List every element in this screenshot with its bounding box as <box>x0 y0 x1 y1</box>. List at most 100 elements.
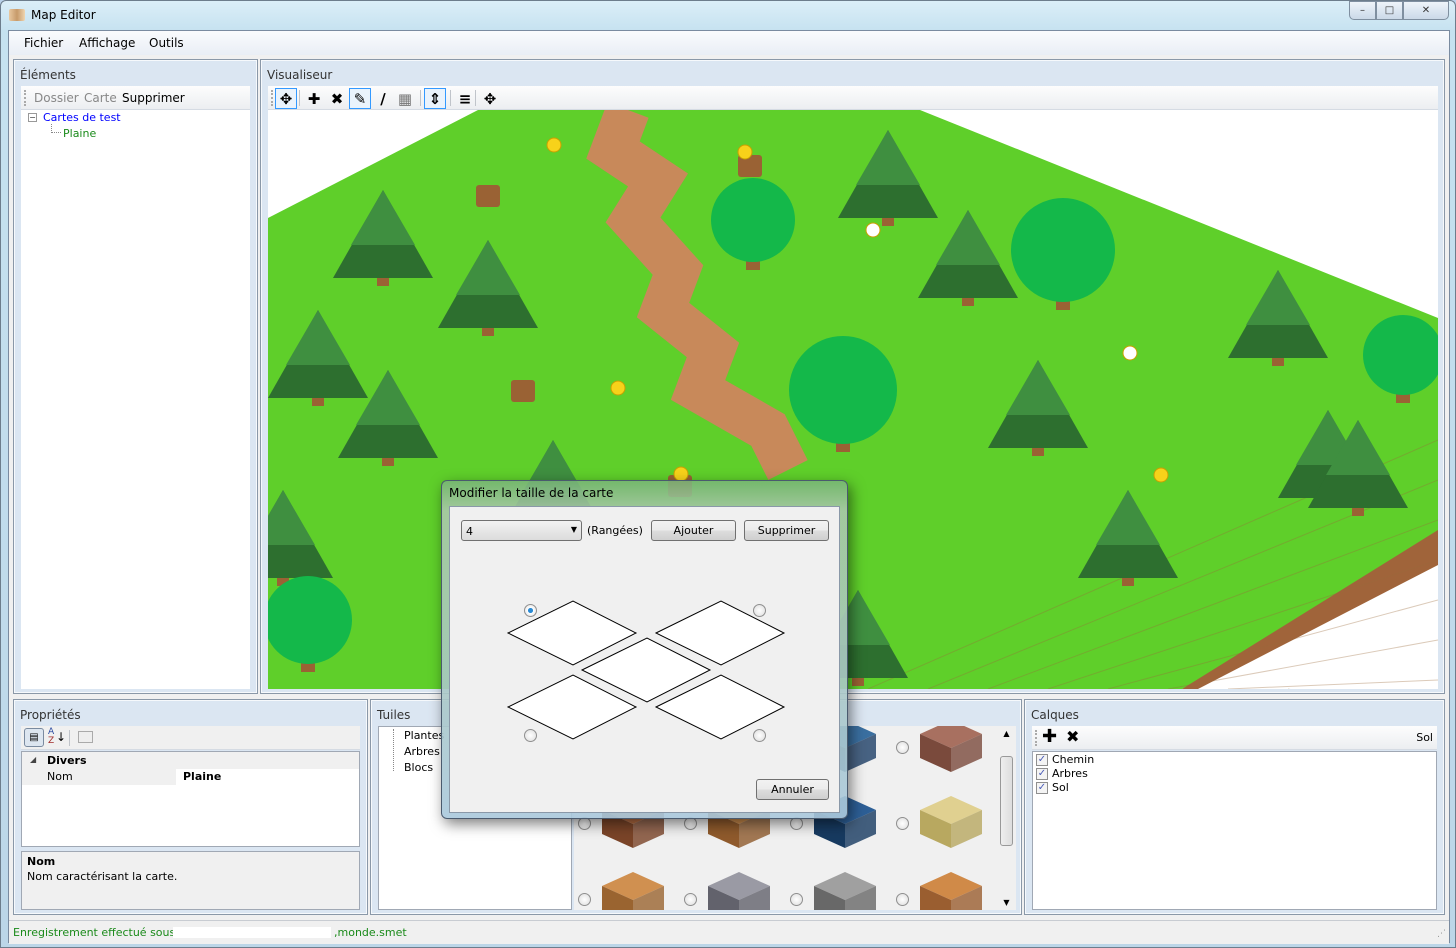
status-suffix: ,monde.smet <box>334 926 407 939</box>
pan-icon[interactable]: ✥ <box>479 88 501 109</box>
add-icon[interactable]: ✚ <box>303 88 325 109</box>
chevron-down-icon: ▼ <box>570 525 577 534</box>
tiles-scrollbar[interactable]: ▲ ▼ <box>998 726 1015 910</box>
tree-node-cartes-de-test[interactable]: Cartes de test <box>43 111 121 124</box>
viewer-title: Visualiseur <box>267 68 333 82</box>
tile-radio[interactable] <box>578 893 591 906</box>
move-icon[interactable]: ✥ <box>275 88 297 109</box>
layer-checkbox[interactable]: ✓ <box>1036 782 1048 794</box>
layers-toolbar: ✚ ✖ Sol <box>1032 726 1437 750</box>
anchor-radio-bottom-right[interactable] <box>753 729 766 742</box>
tile-block[interactable] <box>918 726 984 774</box>
dialog-body: 4 ▼ (Rangées) Ajouter Supprimer Annuler <box>449 506 840 813</box>
help-title: Nom <box>27 855 56 868</box>
map-app-icon <box>9 9 25 21</box>
alphabetical-icon[interactable]: AZ <box>48 728 54 746</box>
tile-category-plantes[interactable]: Plantes <box>404 729 444 742</box>
delete-layer-icon[interactable]: ✖ <box>1066 727 1079 746</box>
layers-title: Calques <box>1031 708 1079 722</box>
tile-radio[interactable] <box>684 893 697 906</box>
property-help: Nom Nom caractérisant la carte. <box>21 851 360 910</box>
ajouter-button[interactable]: Ajouter <box>651 520 736 541</box>
properties-panel: Propriétés ▤ AZ ↓ ◢ Divers Nom Plaine No… <box>13 699 368 915</box>
tile-radio[interactable] <box>896 817 909 830</box>
collapse-icon[interactable]: − <box>28 113 37 122</box>
carte-button[interactable]: Carte <box>84 91 117 105</box>
resize-vertical-icon[interactable]: ⇕ <box>424 88 446 109</box>
minimize-button[interactable]: – <box>1349 1 1376 20</box>
tile-radio[interactable] <box>790 893 803 906</box>
menu-fichier[interactable]: Fichier <box>24 36 63 50</box>
menu-bar: Fichier Affichage Outils <box>9 31 1449 55</box>
scroll-up-icon[interactable]: ▲ <box>998 729 1015 738</box>
properties-toolbar: ▤ AZ ↓ <box>21 726 360 750</box>
expand-icon[interactable]: ◢ <box>30 755 36 764</box>
property-value[interactable]: Plaine <box>183 770 221 783</box>
close-button[interactable]: ✕ <box>1403 1 1449 20</box>
layer-item[interactable]: Arbres <box>1052 767 1088 780</box>
tile-seam <box>1227 679 1438 689</box>
add-layer-icon[interactable]: ✚ <box>1042 726 1057 747</box>
toolbar-grip[interactable] <box>1035 730 1037 746</box>
rows-select-value: 4 <box>466 525 473 538</box>
tile-radio[interactable] <box>896 893 909 906</box>
round-tree-icon <box>1011 198 1115 302</box>
scroll-down-icon[interactable]: ▼ <box>998 898 1015 907</box>
resize-grip[interactable]: ⋰ <box>1437 929 1446 939</box>
tile-block[interactable] <box>600 870 666 910</box>
tree-connector <box>51 124 61 133</box>
viewer-toolbar: ✥ ✚ ✖ ✎ ∕ ▦ ⇕ ≡ ✥ <box>268 86 1438 110</box>
anchor-radio-bottom-left[interactable] <box>524 729 537 742</box>
annuler-button[interactable]: Annuler <box>756 779 829 800</box>
current-layer-label: Sol <box>1416 731 1433 744</box>
grid-icon[interactable]: ▦ <box>394 88 416 109</box>
delete-icon[interactable]: ✖ <box>326 88 348 109</box>
dossier-button[interactable]: Dossier <box>34 91 79 105</box>
flower-icon <box>865 222 881 238</box>
rows-select[interactable]: 4 ▼ <box>461 520 582 541</box>
brush-icon[interactable]: ∕ <box>372 88 394 109</box>
layers-icon[interactable]: ≡ <box>454 88 476 109</box>
tile-block[interactable] <box>918 870 984 910</box>
layer-item[interactable]: Sol <box>1052 781 1069 794</box>
flower-icon <box>737 144 753 160</box>
categorized-icon[interactable]: ▤ <box>24 728 44 747</box>
maximize-button[interactable]: □ <box>1376 1 1403 20</box>
tile-category-blocs[interactable]: Blocs <box>404 761 433 774</box>
property-pages-icon[interactable] <box>78 731 93 743</box>
help-text: Nom caractérisant la carte. <box>27 870 178 883</box>
layer-item[interactable]: Chemin <box>1052 753 1094 766</box>
flower-icon <box>1153 467 1169 483</box>
pencil-icon[interactable]: ✎ <box>349 88 371 109</box>
tile-block[interactable] <box>706 870 772 910</box>
toolbar-grip[interactable] <box>24 90 26 106</box>
tile-block[interactable] <box>918 794 984 850</box>
flower-icon <box>546 137 562 153</box>
toolbar-grip[interactable] <box>271 90 273 106</box>
elements-toolbar: Dossier Carte Supprimer <box>21 86 250 110</box>
layer-checkbox[interactable]: ✓ <box>1036 754 1048 766</box>
tile-block[interactable] <box>812 870 878 910</box>
tree-node-plaine[interactable]: Plaine <box>63 127 96 140</box>
elements-tree: − Cartes de test Plaine <box>21 110 250 689</box>
property-name[interactable]: Nom <box>47 770 73 783</box>
properties-title: Propriétés <box>20 708 81 722</box>
flower-icon <box>673 466 689 482</box>
supprimer-button[interactable]: Supprimer <box>122 91 185 105</box>
scroll-thumb[interactable] <box>1000 756 1013 846</box>
flower-icon <box>610 380 626 396</box>
anchor-diagram <box>506 600 786 740</box>
layers-list: ✓ Chemin ✓ Arbres ✓ Sol <box>1032 751 1437 910</box>
supprimer-button[interactable]: Supprimer <box>744 520 829 541</box>
tiles-title: Tuiles <box>377 708 411 722</box>
status-bar: Enregistrement effectué sous ,monde.smet… <box>9 920 1449 944</box>
tile-radio[interactable] <box>896 741 909 754</box>
tile-category-arbres[interactable]: Arbres <box>404 745 440 758</box>
menu-outils[interactable]: Outils <box>149 36 184 50</box>
menu-affichage[interactable]: Affichage <box>79 36 135 50</box>
category-divers[interactable]: Divers <box>47 754 87 767</box>
anchor-radio-top-right[interactable] <box>753 604 766 617</box>
layer-checkbox[interactable]: ✓ <box>1036 768 1048 780</box>
flower-icon <box>1122 345 1138 361</box>
anchor-radio-top-left[interactable] <box>524 604 537 617</box>
